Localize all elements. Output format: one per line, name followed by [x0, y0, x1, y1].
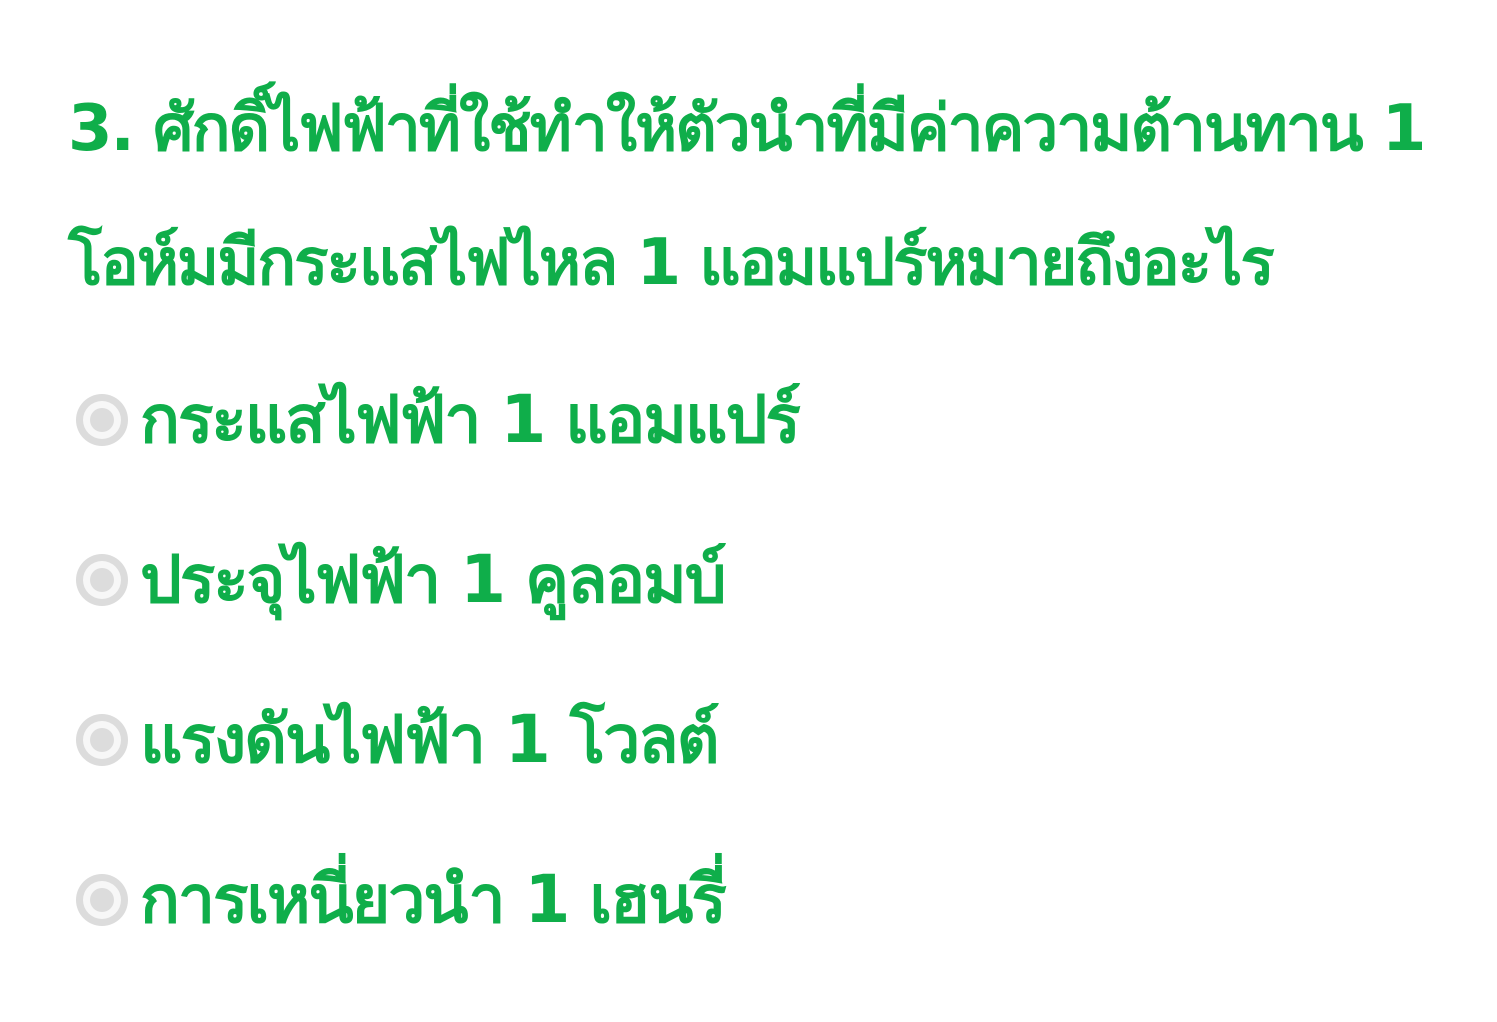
answer-option-1[interactable]: กระแสไฟฟ้า 1 แอมแปร์ [76, 340, 1456, 500]
radio-button-icon[interactable] [76, 394, 128, 446]
radio-button-icon[interactable] [76, 554, 128, 606]
answer-options: กระแสไฟฟ้า 1 แอมแปร์ ประจุไฟฟ้า 1 คูลอมบ… [76, 340, 1456, 980]
radio-button-icon[interactable] [76, 714, 128, 766]
radio-button-icon[interactable] [76, 874, 128, 926]
answer-option-label: แรงดันไฟฟ้า 1 โวลต์ [140, 701, 720, 778]
answer-option-label: ประจุไฟฟ้า 1 คูลอมบ์ [140, 541, 727, 618]
answer-option-label: กระแสไฟฟ้า 1 แอมแปร์ [140, 381, 801, 458]
question-text: 3. ศักดิ์ไฟฟ้าที่ใช้ทำให้ตัวนำที่มีค่าคว… [68, 92, 1426, 300]
answer-option-2[interactable]: ประจุไฟฟ้า 1 คูลอมบ์ [76, 500, 1456, 660]
answer-option-label: การเหนี่ยวนำ 1 เฮนรี่ [140, 861, 727, 938]
answer-option-3[interactable]: แรงดันไฟฟ้า 1 โวลต์ [76, 660, 1456, 820]
answer-option-4[interactable]: การเหนี่ยวนำ 1 เฮนรี่ [76, 820, 1456, 980]
